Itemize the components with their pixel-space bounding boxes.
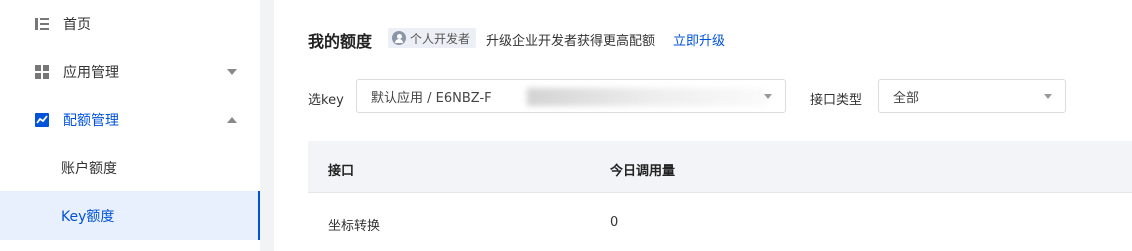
sidebar-item-quota-management[interactable]: 配额管理 xyxy=(0,96,260,144)
caret-down-icon xyxy=(1044,94,1052,99)
api-type-select[interactable]: 全部 xyxy=(878,79,1066,113)
sidebar-item-app-management[interactable]: 应用管理 xyxy=(0,48,260,96)
main-panel: 我的额度 个人开发者 升级企业开发者获得更高配额 立即升级 选key 默认应用 … xyxy=(274,0,1132,251)
upgrade-hint: 升级企业开发者获得更高配额 xyxy=(486,34,656,49)
column-header-api: 接口 xyxy=(328,164,355,179)
user-icon xyxy=(392,31,406,45)
sidebar-item-label: 应用管理 xyxy=(63,65,119,81)
table-row: 坐标转换 0 xyxy=(308,193,1132,251)
sidebar-item-home[interactable]: 首页 xyxy=(0,0,260,48)
key-select[interactable]: 默认应用 / E6NBZ-F xyxy=(356,79,786,113)
sidebar-item-label: 配额管理 xyxy=(63,113,119,129)
app-root: 首页 应用管理 配额管理 账户额度 Key额度 我的额度 个人开发者 升级企业开… xyxy=(0,0,1132,251)
api-type-select-value: 全部 xyxy=(893,90,920,106)
sidebar-subitem-account-quota[interactable]: 账户额度 xyxy=(0,144,260,192)
sidebar-subitem-label: 账户额度 xyxy=(61,161,117,177)
grid-icon xyxy=(35,65,49,79)
quota-table: 接口 今日调用量 坐标转换 0 xyxy=(308,141,1132,251)
sidebar-subitem-label: Key额度 xyxy=(61,208,115,225)
chart-icon xyxy=(35,113,49,127)
upgrade-link[interactable]: 立即升级 xyxy=(673,30,725,49)
chevron-down-icon xyxy=(227,69,237,75)
badge-label: 个人开发者 xyxy=(410,31,471,46)
cell-api-name: 坐标转换 xyxy=(328,219,381,234)
sidebar: 首页 应用管理 配额管理 账户额度 Key额度 xyxy=(0,0,260,251)
type-filter-label: 接口类型 xyxy=(810,93,863,108)
table-header: 接口 今日调用量 xyxy=(308,141,1132,193)
sidebar-subitem-key-quota[interactable]: Key额度 xyxy=(0,191,260,240)
redacted-key-mask xyxy=(527,88,767,106)
column-header-today-calls: 今日调用量 xyxy=(610,164,676,179)
list-icon xyxy=(35,18,49,30)
cell-today-calls: 0 xyxy=(610,215,619,230)
page-title: 我的额度 xyxy=(308,32,373,51)
chevron-up-icon xyxy=(227,117,237,123)
caret-down-icon xyxy=(764,94,772,99)
sidebar-item-label: 首页 xyxy=(63,17,91,33)
key-filter-label: 选key xyxy=(308,93,344,108)
key-select-value: 默认应用 / E6NBZ-F xyxy=(371,90,492,106)
developer-badge: 个人开发者 xyxy=(388,28,477,48)
